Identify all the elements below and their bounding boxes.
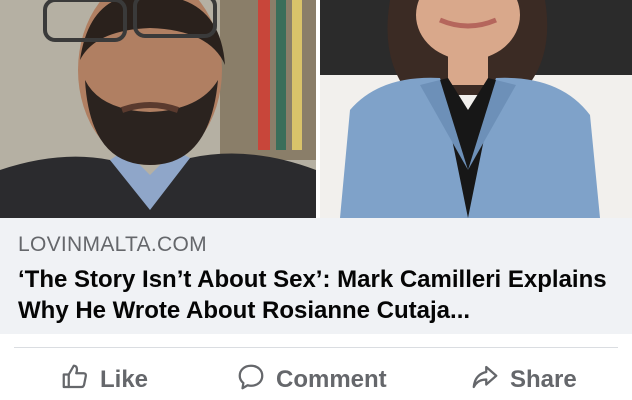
post-card: LOVINMALTA.COM ‘The Story Isn’t About Se… [0,0,632,400]
link-preview-meta[interactable]: LOVINMALTA.COM ‘The Story Isn’t About Se… [0,218,632,334]
action-bar-divider [14,347,618,348]
photo-woman [320,0,632,218]
comment-button[interactable]: Comment [236,360,387,400]
speech-bubble-icon [236,362,266,399]
comment-label: Comment [276,366,387,393]
post-action-bar: Like Comment Share [0,350,632,400]
share-arrow-icon [470,362,500,399]
like-label: Like [100,366,149,393]
link-headline[interactable]: ‘The Story Isn’t About Sex’: Mark Camill… [18,264,618,326]
share-button[interactable]: Share [470,360,577,400]
share-label: Share [510,366,577,393]
photo-woman-illustration [320,0,632,218]
like-button[interactable]: Like [60,360,148,400]
photo-man-illustration [0,0,316,218]
thumbs-up-icon [60,362,90,399]
link-preview-image[interactable] [0,0,632,218]
link-domain: LOVINMALTA.COM [18,233,207,256]
photo-man [0,0,316,218]
